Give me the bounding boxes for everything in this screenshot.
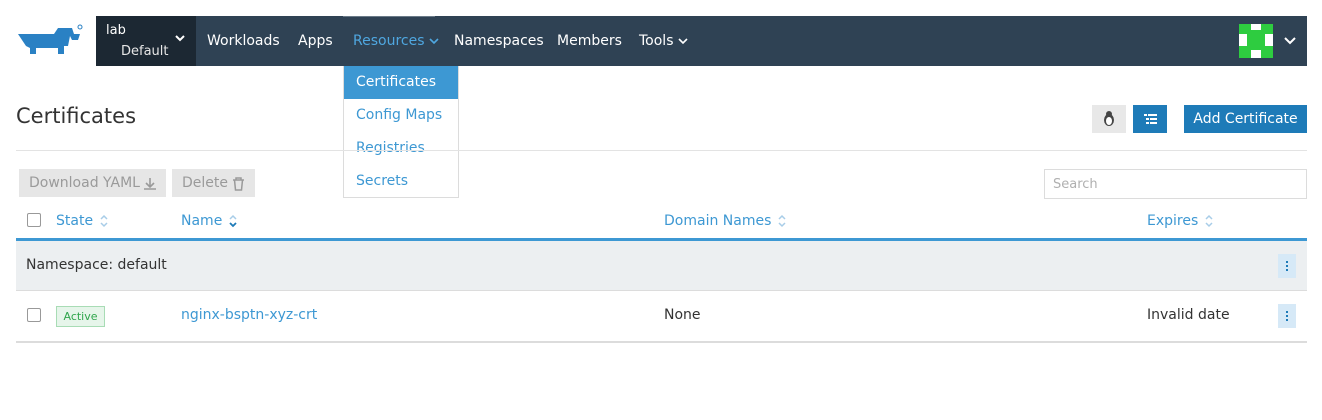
nav-label: Members xyxy=(557,33,622,49)
trash-icon xyxy=(233,177,244,191)
nav-label: Resources xyxy=(353,33,425,49)
chevron-down-icon xyxy=(428,38,439,45)
sort-icon xyxy=(778,214,786,228)
resources-dropdown-menu: Certificates Config Maps Registries Secr… xyxy=(343,66,459,198)
rancher-logo-icon[interactable] xyxy=(14,24,84,58)
select-all-checkbox[interactable] xyxy=(27,213,41,227)
terminal-penguin-icon xyxy=(1104,111,1114,126)
domain-names-cell: None xyxy=(664,307,701,323)
nav-label: Workloads xyxy=(207,33,280,49)
add-certificate-button[interactable]: Add Certificate xyxy=(1184,105,1307,133)
group-by-namespace-button[interactable] xyxy=(1133,105,1167,133)
nav-workloads[interactable]: Workloads xyxy=(207,16,280,66)
sort-icon xyxy=(100,214,108,228)
project-name: Default xyxy=(121,44,169,59)
menu-item-certificates[interactable]: Certificates xyxy=(344,66,458,99)
nav-label: Apps xyxy=(298,33,333,49)
group-actions-menu-button[interactable] xyxy=(1278,254,1296,278)
menu-item-config-maps[interactable]: Config Maps xyxy=(344,99,458,132)
column-label: Domain Names xyxy=(664,213,772,229)
column-label: Expires xyxy=(1147,213,1199,229)
list-tree-icon xyxy=(1144,114,1157,124)
search-input[interactable] xyxy=(1044,169,1307,199)
delete-label: Delete xyxy=(182,175,228,191)
column-label: Name xyxy=(181,213,223,229)
download-icon xyxy=(144,178,156,190)
cluster-project-switcher[interactable]: lab Default xyxy=(96,16,196,66)
expires-cell: Invalid date xyxy=(1147,307,1230,323)
nav-resources[interactable]: Resources xyxy=(353,16,439,66)
nav-label: Tools xyxy=(639,33,674,49)
column-header-name[interactable]: Name xyxy=(181,213,238,229)
column-header-state[interactable]: State xyxy=(56,213,109,229)
user-avatar[interactable] xyxy=(1239,24,1273,58)
nav-label: Namespaces xyxy=(454,33,544,49)
row-checkbox[interactable] xyxy=(27,308,41,322)
chevron-down-icon xyxy=(175,35,185,42)
namespace-group-label: Namespace: default xyxy=(26,257,167,273)
header-divider xyxy=(16,150,1307,151)
nav-tools[interactable]: Tools xyxy=(639,16,688,66)
top-navigation-bar: lab Default Workloads Apps Resources Nam… xyxy=(96,16,1307,66)
download-yaml-label: Download YAML xyxy=(29,175,140,191)
row-actions-menu-button[interactable] xyxy=(1278,304,1296,328)
chevron-down-icon xyxy=(677,38,688,45)
column-header-expires[interactable]: Expires xyxy=(1147,213,1214,229)
namespace-group-row: Namespace: default xyxy=(16,241,1307,291)
sort-descending-icon xyxy=(229,214,237,228)
status-badge: Active xyxy=(56,306,105,327)
menu-item-secrets[interactable]: Secrets xyxy=(344,165,458,198)
menu-item-registries[interactable]: Registries xyxy=(344,132,458,165)
column-header-domain-names[interactable]: Domain Names xyxy=(664,213,787,229)
delete-button[interactable]: Delete xyxy=(172,169,255,197)
certificate-name-link[interactable]: nginx-bsptn-xyz-crt xyxy=(181,307,317,323)
kubectl-shell-button[interactable] xyxy=(1092,105,1126,133)
table-bottom-border xyxy=(16,341,1307,343)
column-label: State xyxy=(56,213,94,229)
download-yaml-button[interactable]: Download YAML xyxy=(19,169,166,197)
cluster-name: lab xyxy=(106,23,126,38)
nav-members[interactable]: Members xyxy=(557,16,622,66)
sort-icon xyxy=(1205,214,1213,228)
nav-apps[interactable]: Apps xyxy=(298,16,333,66)
page-title: Certificates xyxy=(16,104,137,128)
nav-namespaces[interactable]: Namespaces xyxy=(454,16,544,66)
chevron-down-icon[interactable] xyxy=(1283,35,1297,47)
